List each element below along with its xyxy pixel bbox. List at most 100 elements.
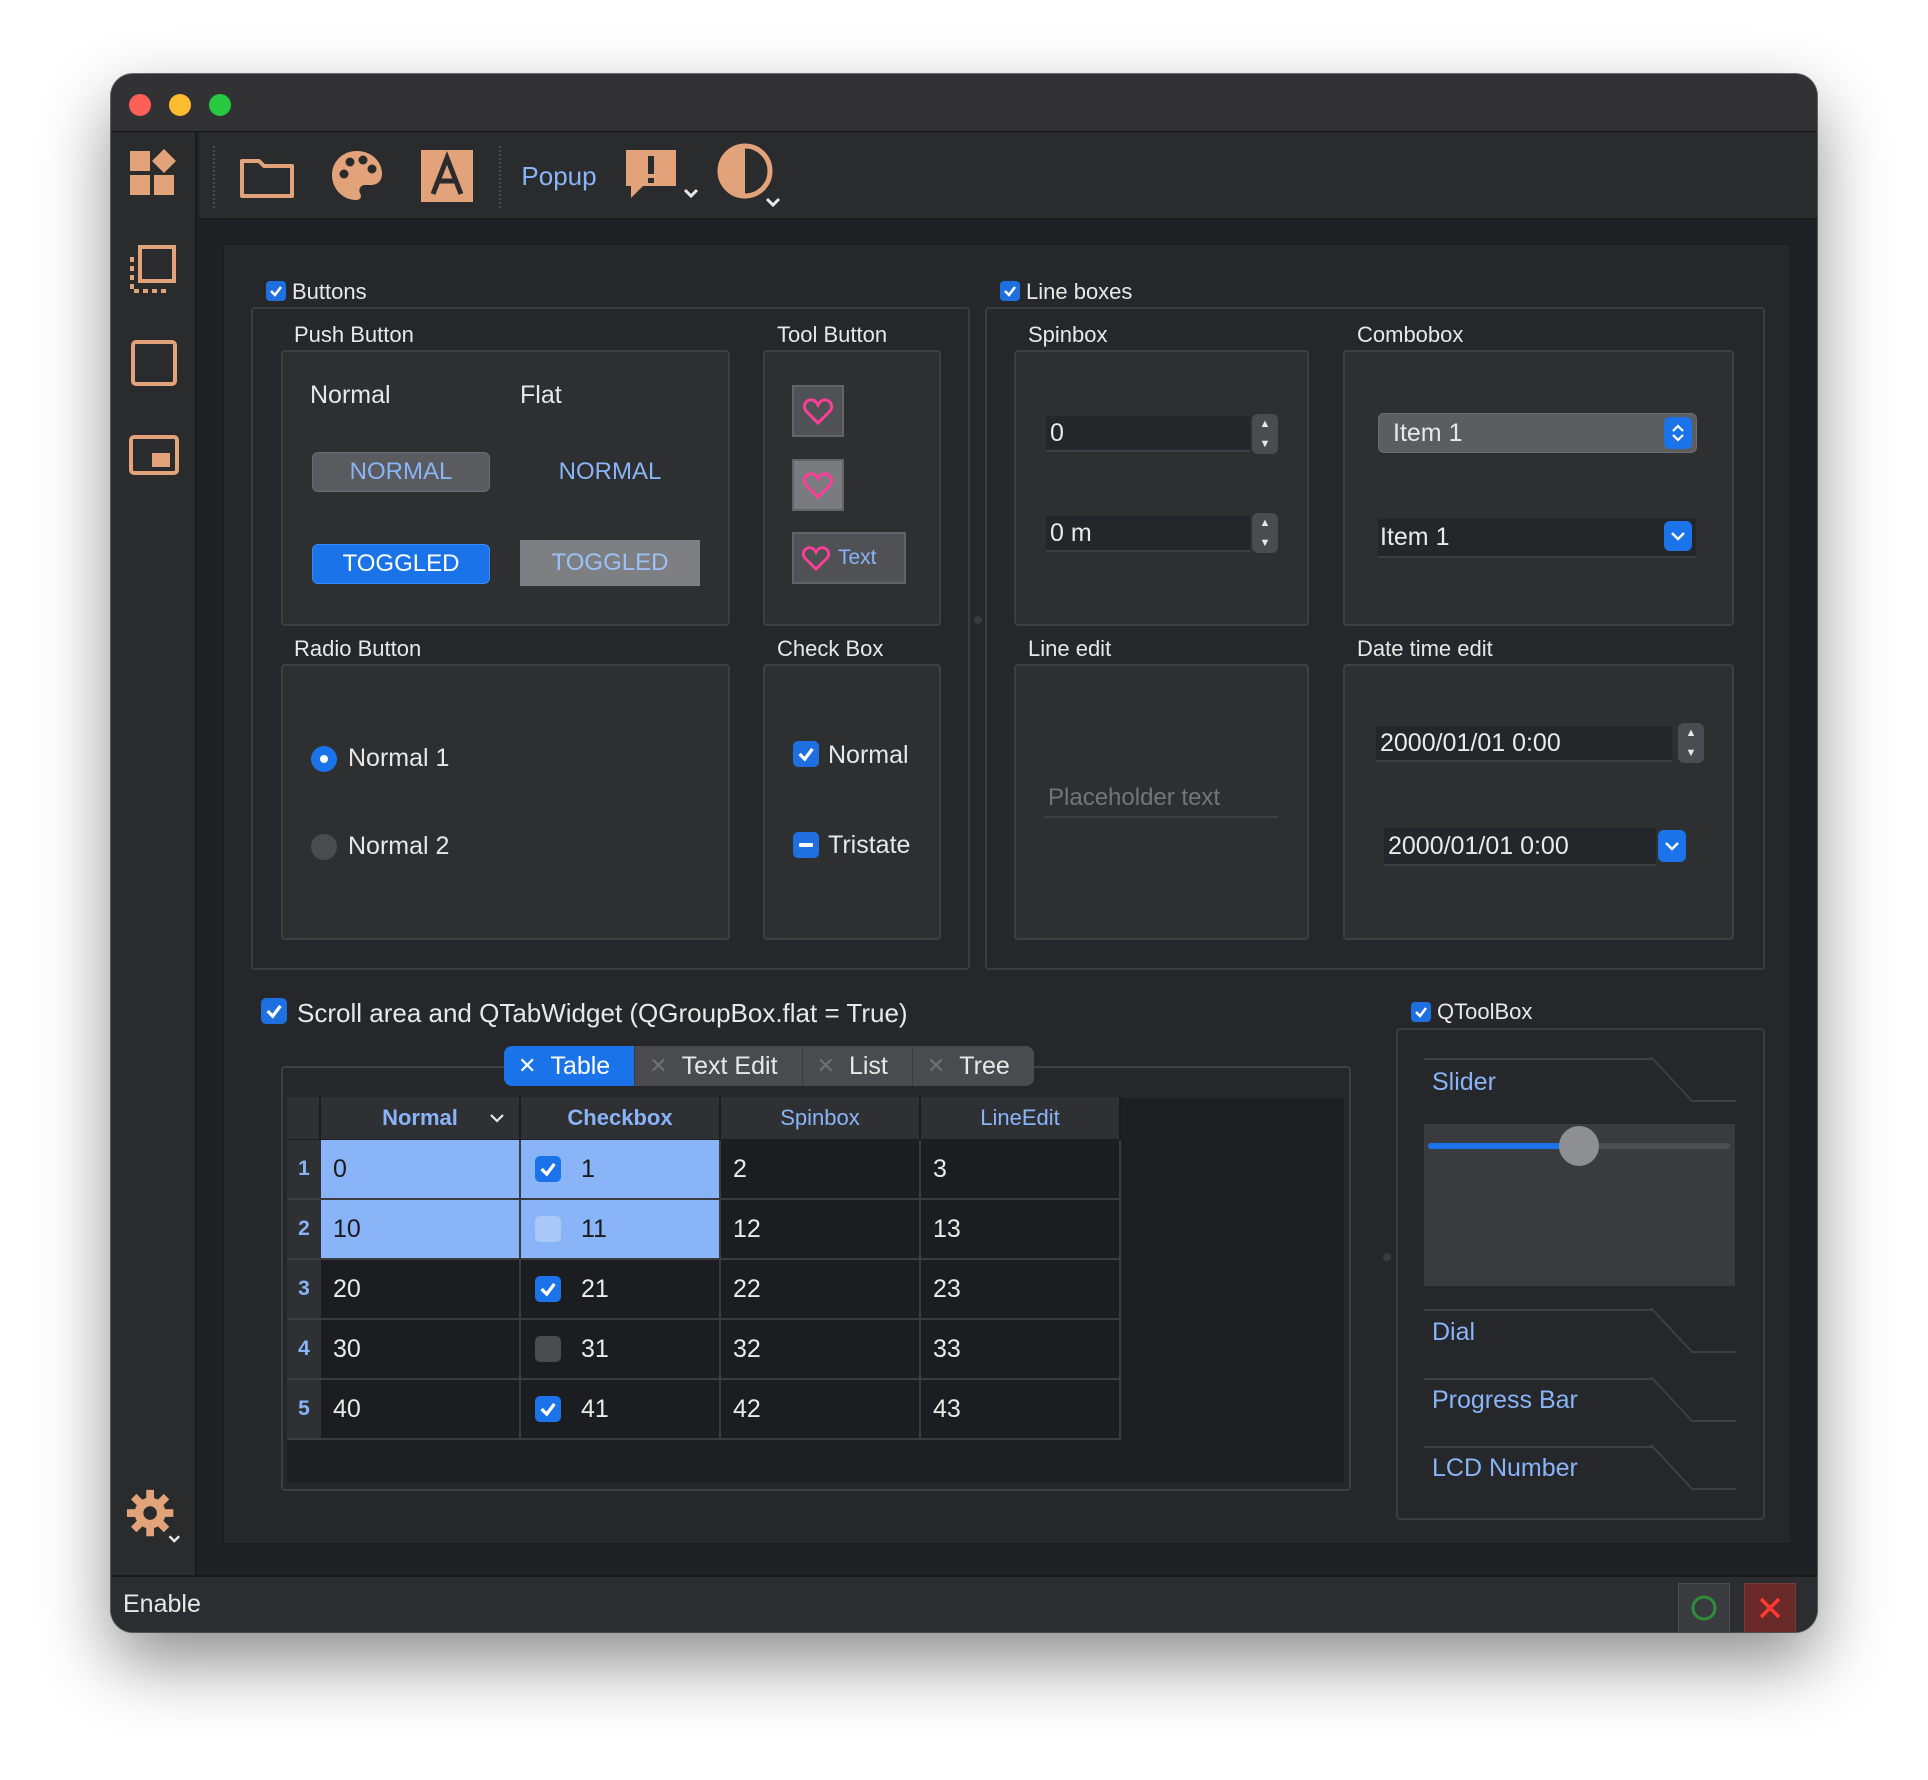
- datetime-field-1[interactable]: 2000/01/01 0:00: [1376, 726, 1672, 762]
- close-icon[interactable]: ✕: [518, 1053, 536, 1079]
- table-cell[interactable]: 32: [721, 1320, 921, 1380]
- table-cell[interactable]: 21: [521, 1260, 721, 1320]
- radio-normal-2[interactable]: [311, 834, 337, 860]
- table-row-header[interactable]: 5: [287, 1380, 321, 1440]
- table-cell[interactable]: 22: [721, 1260, 921, 1320]
- radio-normal-1[interactable]: [311, 746, 337, 772]
- arrow-down-icon[interactable]: ▼: [1260, 537, 1271, 549]
- table-corner[interactable]: [287, 1097, 321, 1139]
- buttons-group-checkbox[interactable]: [266, 281, 286, 301]
- arrow-down-icon[interactable]: ▼: [1686, 747, 1697, 759]
- table-cell[interactable]: 42: [721, 1380, 921, 1440]
- table-cell[interactable]: 13: [921, 1200, 1121, 1260]
- table-cell-checkbox[interactable]: [535, 1276, 561, 1302]
- table-cell[interactable]: 23: [921, 1260, 1121, 1320]
- table-cell[interactable]: 33: [921, 1320, 1121, 1380]
- updown-chevron-icon[interactable]: [1664, 417, 1692, 449]
- disable-status-button[interactable]: [1744, 1583, 1796, 1632]
- minimize-window-button[interactable]: [169, 94, 191, 116]
- splitter-handle[interactable]: [974, 616, 982, 624]
- close-icon[interactable]: ✕: [649, 1053, 667, 1079]
- tab-text-edit[interactable]: ✕ Text Edit: [635, 1046, 803, 1086]
- splitter-handle[interactable]: [1383, 1253, 1391, 1261]
- alert-message-icon[interactable]: [623, 144, 707, 208]
- table-cell-checkbox[interactable]: [535, 1216, 561, 1242]
- table-row-header[interactable]: 1: [287, 1140, 321, 1200]
- contrast-theme-icon[interactable]: [715, 143, 799, 208]
- tab-list[interactable]: ✕ List: [803, 1046, 913, 1086]
- table-cell-checkbox[interactable]: [535, 1336, 561, 1362]
- line-edit-input[interactable]: [1044, 780, 1278, 818]
- toolbox-group-checkbox[interactable]: [1411, 1002, 1431, 1022]
- table-header-checkbox[interactable]: Checkbox: [521, 1097, 721, 1139]
- normal-push-button[interactable]: NORMAL: [312, 452, 490, 492]
- table-row-header[interactable]: 2: [287, 1200, 321, 1260]
- table-row-header[interactable]: 3: [287, 1260, 321, 1320]
- font-icon[interactable]: [415, 144, 479, 208]
- table-header-normal[interactable]: Normal: [321, 1097, 521, 1139]
- table-cell-checkbox[interactable]: [535, 1396, 561, 1422]
- table-cell[interactable]: 10: [321, 1200, 521, 1260]
- picture-in-picture-icon[interactable]: [125, 426, 183, 484]
- table-cell[interactable]: 11: [521, 1200, 721, 1260]
- toolbox-item-lcd-number[interactable]: LCD Number: [1432, 1454, 1578, 1483]
- table-cell[interactable]: 41: [521, 1380, 721, 1440]
- heart-text-tool-button[interactable]: Text: [792, 532, 906, 584]
- table-cell[interactable]: 3: [921, 1140, 1121, 1200]
- spinbox-field-1[interactable]: 0: [1046, 416, 1250, 452]
- toggled-push-button[interactable]: TOGGLED: [312, 544, 490, 584]
- tab-tree[interactable]: ✕ Tree: [913, 1046, 1034, 1086]
- heart-tool-button[interactable]: [792, 385, 844, 437]
- scroll-area-group-checkbox[interactable]: [261, 998, 287, 1024]
- frame-icon[interactable]: [125, 334, 183, 392]
- table-row-header[interactable]: 4: [287, 1320, 321, 1380]
- datetime-1-arrows[interactable]: ▲ ▼: [1678, 723, 1704, 763]
- table-cell[interactable]: 20: [321, 1260, 521, 1320]
- zoom-window-button[interactable]: [209, 94, 231, 116]
- arrow-up-icon[interactable]: ▲: [1260, 418, 1271, 430]
- folder-icon[interactable]: [235, 144, 299, 208]
- palette-icon[interactable]: [325, 144, 389, 208]
- table-cell[interactable]: 2: [721, 1140, 921, 1200]
- flat-push-button[interactable]: NORMAL: [520, 452, 700, 492]
- chevron-down-icon[interactable]: [1658, 830, 1686, 862]
- slider-handle[interactable]: [1559, 1126, 1599, 1166]
- normal-checkbox[interactable]: [793, 741, 819, 767]
- combobox-2[interactable]: Item 1: [1378, 518, 1696, 558]
- settings-gear-icon[interactable]: [125, 1486, 183, 1544]
- popup-button[interactable]: Popup: [509, 144, 609, 208]
- table-cell[interactable]: 40: [321, 1380, 521, 1440]
- toolbox-item-dial[interactable]: Dial: [1432, 1318, 1475, 1347]
- spinbox-1-arrows[interactable]: ▲ ▼: [1252, 414, 1278, 454]
- table-cell[interactable]: 43: [921, 1380, 1121, 1440]
- datetime-field-2[interactable]: 2000/01/01 0:00: [1384, 828, 1656, 866]
- arrow-down-icon[interactable]: ▼: [1260, 438, 1271, 450]
- toggled-flat-push-button[interactable]: TOGGLED: [520, 540, 700, 586]
- table-cell[interactable]: 0: [321, 1140, 521, 1200]
- spinbox-2-arrows[interactable]: ▲ ▼: [1252, 513, 1278, 553]
- table-cell[interactable]: 12: [721, 1200, 921, 1260]
- spinbox-field-2[interactable]: 0 m: [1046, 516, 1250, 552]
- table-cell[interactable]: 30: [321, 1320, 521, 1380]
- combobox-1[interactable]: Item 1: [1378, 413, 1697, 453]
- table-header-spinbox[interactable]: Spinbox: [721, 1097, 921, 1139]
- tristate-checkbox[interactable]: [793, 832, 819, 858]
- arrow-up-icon[interactable]: ▲: [1260, 517, 1271, 529]
- close-icon[interactable]: ✕: [927, 1053, 945, 1079]
- table-cell[interactable]: 1: [521, 1140, 721, 1200]
- table-header-lineedit[interactable]: LineEdit: [921, 1097, 1121, 1139]
- close-window-button[interactable]: [129, 94, 151, 116]
- table-cell[interactable]: 31: [521, 1320, 721, 1380]
- arrow-up-icon[interactable]: ▲: [1686, 727, 1697, 739]
- dock-icon[interactable]: [125, 240, 183, 298]
- line-boxes-group-checkbox[interactable]: [1000, 281, 1020, 301]
- table-cell-checkbox[interactable]: [535, 1156, 561, 1182]
- enable-status-button[interactable]: [1678, 1583, 1730, 1632]
- widgets-icon[interactable]: [125, 144, 183, 202]
- close-icon[interactable]: ✕: [817, 1053, 835, 1079]
- tab-table[interactable]: ✕ Table: [504, 1046, 636, 1086]
- chevron-down-icon[interactable]: [1664, 521, 1692, 551]
- toolbox-item-slider[interactable]: Slider: [1432, 1068, 1496, 1097]
- toolbox-item-progress-bar[interactable]: Progress Bar: [1432, 1386, 1578, 1415]
- heart-tool-button-checked[interactable]: [792, 459, 844, 511]
